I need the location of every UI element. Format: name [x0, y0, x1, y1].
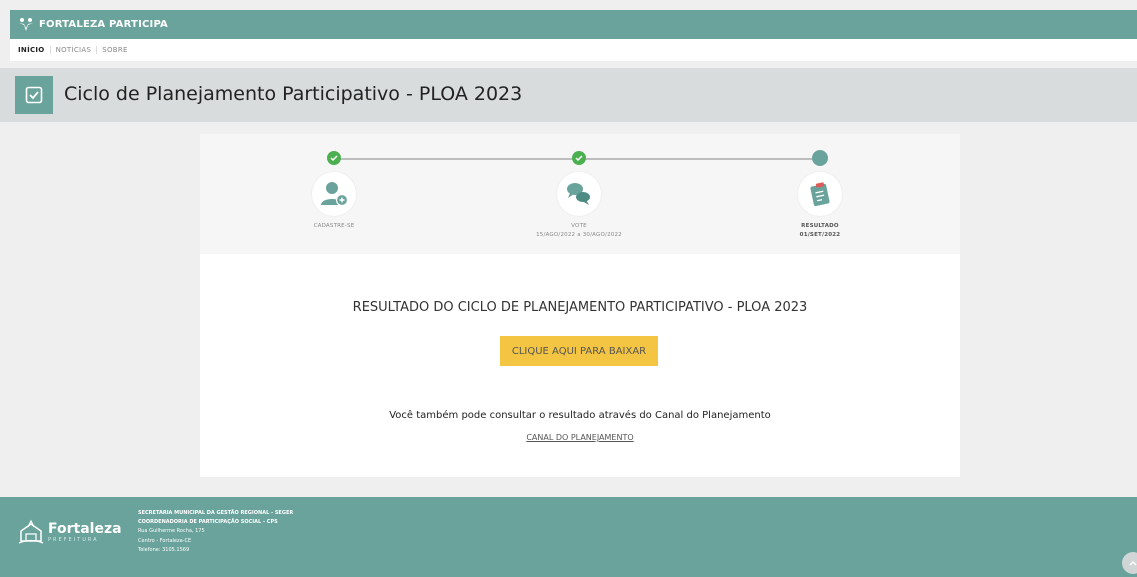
step-vote-date: 15/AGO/2022 a 30/AGO/2022 — [536, 232, 622, 238]
footer-line: SECRETARIA MUNICIPAL DA GESTÃO REGIONAL … — [138, 510, 294, 516]
footer-logo-sub: PREFEITURA — [48, 536, 99, 543]
footer-logo: Fortaleza PREFEITURA — [18, 519, 122, 545]
footer: Fortaleza PREFEITURA SECRETARIA MUNICIPA… — [0, 497, 1137, 577]
step-result-date: 01/SET/2022 — [799, 232, 841, 238]
user-plus-icon — [312, 172, 356, 216]
footer-line: Telefone: 3105.1569 — [138, 546, 190, 553]
clipboard-icon — [798, 172, 842, 216]
nav-item-noticias[interactable]: NOTÍCIAS — [51, 46, 98, 54]
chat-bubbles-icon — [557, 172, 601, 216]
progress-steps: CADASTRE-SE VOTE 15/AGO/2022 a 30/AGO/20… — [200, 134, 960, 254]
step-vote-title: VOTE — [571, 223, 587, 229]
checkbox-icon — [15, 76, 53, 114]
footer-logo-name: Fortaleza — [48, 520, 122, 537]
brand-logo-icon[interactable] — [18, 17, 34, 33]
footer-line: Centro - Fortaleza-CE — [138, 537, 192, 544]
nav-item-sobre[interactable]: SOBRE — [97, 46, 133, 54]
scroll-to-top-button[interactable] — [1122, 552, 1137, 574]
step-label-cadastre: CADASTRE-SE — [313, 223, 355, 229]
footer-line: Rua Guilherme Rocha, 175 — [138, 528, 205, 535]
step-connector — [580, 158, 820, 160]
page-header: Ciclo de Planejamento Participativo - PL… — [0, 68, 1137, 122]
step-result-title: RESULTADO — [801, 223, 839, 229]
step-current-dot — [812, 150, 828, 166]
page-title: Ciclo de Planejamento Participativo - PL… — [64, 83, 523, 105]
step-done-check-icon — [327, 151, 341, 165]
main-nav: INÍCIO NOTÍCIAS SOBRE — [10, 39, 1137, 61]
chevron-up-icon — [1129, 560, 1137, 566]
top-bar: FORTALEZA PARTICIPA — [10, 10, 1137, 39]
step-label-result: RESULTADO 01/SET/2022 — [760, 222, 880, 240]
step-done-check-icon — [572, 151, 586, 165]
footer-info: SECRETARIA MUNICIPAL DA GESTÃO REGIONAL … — [138, 509, 293, 555]
result-title: RESULTADO DO CICLO DE PLANEJAMENTO PARTI… — [352, 300, 808, 315]
brand-name[interactable]: FORTALEZA PARTICIPA — [39, 19, 168, 30]
also-consult-text: Você também pode consultar o resultado a… — [389, 410, 771, 421]
canal-planejamento-link[interactable]: CANAL DO PLANEJAMENTO — [200, 433, 960, 442]
result-card: CADASTRE-SE VOTE 15/AGO/2022 a 30/AGO/20… — [200, 134, 960, 477]
footer-line: COORDENADORIA DE PARTICIPAÇÃO SOCIAL - C… — [138, 519, 278, 526]
download-button[interactable]: CLIQUE AQUI PARA BAIXAR — [500, 336, 658, 366]
city-logo-icon — [18, 519, 44, 544]
step-connector — [335, 158, 580, 160]
nav-item-inicio[interactable]: INÍCIO — [13, 46, 51, 54]
step-label-vote: VOTE 15/AGO/2022 a 30/AGO/2022 — [519, 222, 639, 240]
